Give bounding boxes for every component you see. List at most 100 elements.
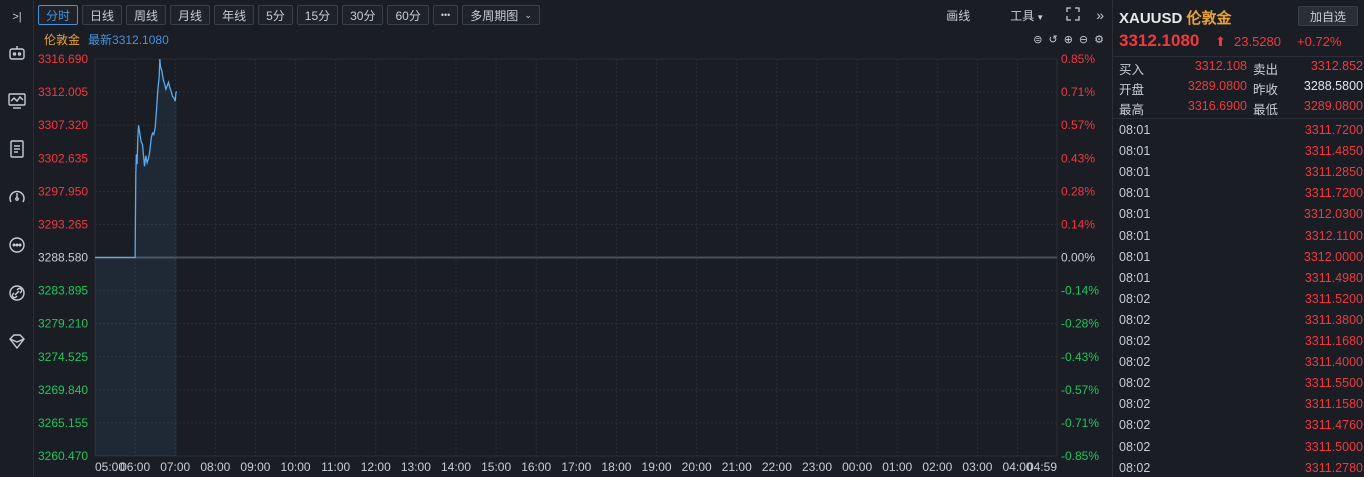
tick-row: 08:01 3311.4980	[1119, 268, 1363, 289]
quote-row-open-prev: 开盘 3289.0800 昨收 3288.5800	[1119, 77, 1363, 97]
link-icon[interactable]	[6, 282, 28, 304]
period-30min[interactable]: 30分	[342, 5, 384, 25]
x-tick-label: 00:00	[842, 460, 872, 474]
multi-period-label: 多周期图	[470, 8, 519, 23]
tick-time: 08:02	[1119, 291, 1151, 306]
chat-icon[interactable]	[6, 234, 28, 256]
ask-value: 3312.852	[1310, 59, 1363, 73]
monitor-chart-icon[interactable]	[6, 90, 28, 112]
zoom-in-icon[interactable]: ⊕	[1064, 33, 1073, 46]
period-15min[interactable]: 15分	[296, 5, 339, 25]
divider	[1113, 118, 1364, 119]
tick-row: 08:02 3311.2780	[1119, 458, 1363, 477]
multi-period-dropdown[interactable]: 多周期图 ⌄	[462, 5, 540, 25]
y-tick-label: 3312.005	[38, 85, 88, 99]
y-tick-label: 3260.470	[38, 449, 88, 463]
tick-row: 08:02 3311.3800	[1119, 310, 1363, 331]
tick-price: 3311.4850	[1304, 144, 1363, 159]
undo-icon[interactable]: ↺	[1048, 33, 1057, 46]
period-60min[interactable]: 60分	[387, 5, 429, 25]
high-label: 最高	[1119, 103, 1145, 117]
draw-button[interactable]: 画线	[946, 7, 970, 24]
y-tick-label: 3265.155	[38, 416, 88, 430]
low-label: 最低	[1253, 103, 1279, 117]
tools-dropdown[interactable]: 工具 ▼	[996, 7, 1044, 24]
x-tick-label: 08:00	[200, 460, 230, 474]
y-tick-label: 3316.690	[38, 52, 88, 66]
toolbar-right: 画线 工具 ▼ »	[932, 0, 1104, 30]
tick-price: 3311.2780	[1304, 460, 1363, 475]
tick-price: 3311.5000	[1304, 439, 1363, 454]
pct-tick-label: 0.57%	[1061, 118, 1095, 132]
x-tick-label: 09:00	[240, 460, 270, 474]
low-value: 3289.0800	[1303, 99, 1363, 113]
tick-time: 08:02	[1119, 334, 1151, 348]
prev-close-value: 3288.5800	[1303, 79, 1363, 93]
add-watchlist-button[interactable]: 加自选	[1298, 6, 1358, 26]
tick-time: 08:02	[1119, 460, 1151, 475]
tick-time: 08:02	[1119, 355, 1151, 370]
tick-price: 3312.0000	[1303, 249, 1363, 264]
tick-time: 08:02	[1119, 376, 1151, 391]
open-label: 开盘	[1119, 83, 1145, 97]
tick-row: 08:01 3311.7200	[1119, 183, 1363, 204]
tick-time: 08:02	[1119, 397, 1151, 412]
tick-time: 08:01	[1119, 228, 1151, 243]
tick-price: 3312.1100	[1304, 228, 1363, 243]
tick-time: 08:02	[1119, 312, 1151, 327]
quote-row-bid-ask: 买入 3312.108 卖出 3312.852	[1119, 57, 1363, 77]
x-tick-label: 22:00	[762, 460, 792, 474]
intraday-chart[interactable]: 3316.690 0.85% 3312.005 0.71% 3307.320 0.57% 3…	[34, 48, 1112, 477]
tick-time: 08:01	[1119, 270, 1151, 285]
pct-tick-label: -0.14%	[1061, 284, 1099, 298]
gear-icon[interactable]: ⚙	[1094, 33, 1104, 46]
zoom-out-icon[interactable]: ⊖	[1079, 33, 1088, 46]
quote-panel: XAUUSD 伦敦金 加自选 3312.1080 ⬆ 23.5280 +0.72…	[1112, 0, 1364, 477]
open-value: 3289.0800	[1187, 79, 1247, 93]
diamond-icon[interactable]	[6, 330, 28, 352]
y-tick-label: 3279.210	[38, 317, 88, 331]
caret-down-icon: ▼	[1036, 12, 1045, 22]
more-periods-button[interactable]: •••	[432, 5, 459, 25]
x-tick-label: 18:00	[601, 460, 631, 474]
collapse-icon[interactable]: >|	[6, 6, 28, 28]
tick-price: 3311.5500	[1304, 376, 1363, 391]
left-rail: >|	[0, 0, 34, 477]
tick-row: 08:01 3311.7200	[1119, 120, 1363, 141]
tick-row: 08:02 3311.5200	[1119, 289, 1363, 310]
x-tick-label: 06:00	[120, 460, 150, 474]
document-icon[interactable]	[6, 138, 28, 160]
x-tick-label: 03:00	[962, 460, 992, 474]
period-monthly[interactable]: 月线	[170, 5, 211, 25]
x-tick-label: 19:00	[642, 460, 672, 474]
fullscreen-icon[interactable]	[1066, 6, 1080, 24]
tick-row: 08:01 3312.0300	[1119, 204, 1363, 225]
tick-row: 08:01 3312.0000	[1119, 247, 1363, 268]
robot-icon[interactable]	[6, 42, 28, 64]
period-intraday[interactable]: 分时	[38, 5, 79, 25]
tick-time: 08:01	[1119, 144, 1151, 159]
tick-price: 3311.7200	[1304, 186, 1363, 201]
tick-row: 08:02 3311.5500	[1119, 373, 1363, 394]
period-daily[interactable]: 日线	[82, 5, 123, 25]
x-tick-label: 23:00	[802, 460, 832, 474]
tick-row: 08:02 3311.1580	[1119, 394, 1363, 415]
tick-price: 3311.4000	[1304, 355, 1363, 370]
tick-price: 3311.3800	[1304, 312, 1363, 327]
x-tick-label: 07:00	[160, 460, 190, 474]
expand-panel-icon[interactable]: »	[1096, 7, 1104, 23]
settings-circle-icon[interactable]: ⊜	[1033, 33, 1042, 46]
tick-time: 08:02	[1119, 418, 1151, 433]
period-weekly[interactable]: 周线	[126, 5, 167, 25]
prev-close-label: 昨收	[1253, 83, 1279, 97]
gauge-icon[interactable]	[6, 186, 28, 208]
pct-tick-label: 0.85%	[1061, 52, 1095, 66]
price-change-pct: +0.72%	[1297, 34, 1342, 49]
symbol-code: XAUUSD	[1119, 10, 1183, 27]
period-yearly[interactable]: 年线	[214, 5, 255, 25]
x-tick-label: 20:00	[682, 460, 712, 474]
tick-price: 3311.4980	[1304, 270, 1363, 285]
panel-title: XAUUSD 伦敦金	[1119, 7, 1232, 28]
symbol-name: 伦敦金	[1186, 10, 1232, 27]
period-5min[interactable]: 5分	[258, 5, 293, 25]
